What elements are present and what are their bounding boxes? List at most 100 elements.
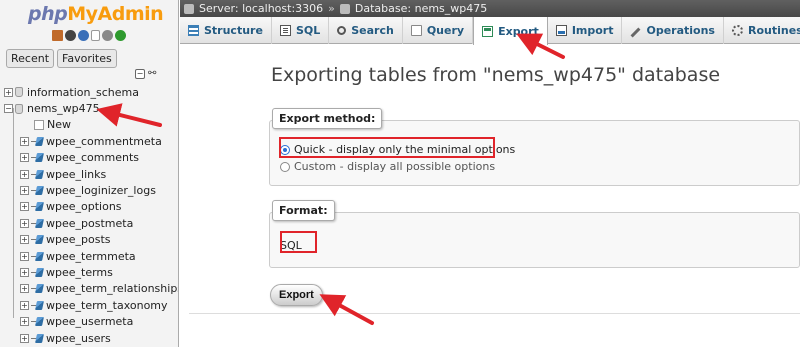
expand-icon[interactable]: + — [20, 333, 29, 343]
table-label: wpee_commentmeta — [46, 134, 162, 148]
export-button[interactable]: Export — [270, 284, 323, 306]
table-item[interactable]: + wpee_postmeta — [4, 215, 178, 231]
table-item[interactable]: + wpee_posts — [4, 232, 178, 248]
tab-import[interactable]: Import — [548, 17, 623, 44]
docs-icon[interactable] — [91, 30, 100, 41]
expand-icon[interactable]: + — [20, 202, 29, 212]
expand-icon[interactable]: + — [20, 300, 29, 310]
table-label: wpee_term_taxonomy — [46, 298, 168, 312]
export-method-legend: Export method: — [272, 108, 383, 129]
new-table-icon — [34, 119, 44, 130]
table-item[interactable]: + wpee_users — [4, 330, 178, 346]
import-icon — [555, 25, 567, 36]
table-label: wpee_term_relationships — [46, 282, 179, 296]
table-label: wpee_postmeta — [46, 216, 134, 230]
settings-icon[interactable] — [102, 30, 113, 41]
table-label: wpee_terms — [46, 265, 113, 279]
table-item[interactable]: + wpee_terms — [4, 264, 178, 280]
custom-option[interactable]: Custom - display all possible options — [280, 160, 495, 173]
breadcrumb-database[interactable]: Database: nems_wp475 — [355, 2, 487, 15]
table-icon — [31, 334, 43, 343]
search-icon — [337, 26, 347, 35]
structure-icon — [188, 25, 199, 36]
collapse-icon[interactable]: − — [4, 104, 13, 114]
table-icon — [31, 252, 43, 261]
expand-icon[interactable]: + — [20, 186, 29, 196]
new-table-item[interactable]: New — [4, 117, 178, 133]
table-item[interactable]: + wpee_usermeta — [4, 313, 178, 329]
recent-favorites-tabs: Recent Favorites — [6, 49, 117, 68]
expand-icon[interactable]: + — [20, 267, 29, 277]
phpmyadmin-logo[interactable]: phpMyAdmin — [28, 3, 164, 25]
table-icon — [31, 170, 43, 179]
breadcrumb-separator: » — [328, 2, 335, 15]
expand-icon[interactable]: + — [20, 153, 29, 163]
breadcrumb: Server: localhost:3306 » Database: nems_… — [180, 0, 800, 17]
table-icon — [31, 153, 43, 162]
tab-search[interactable]: Search — [329, 17, 403, 44]
tab-sql[interactable]: SQL — [272, 17, 330, 44]
table-item[interactable]: + wpee_commentmeta — [4, 133, 178, 149]
favorites-tab[interactable]: Favorites — [57, 49, 117, 68]
breadcrumb-server[interactable]: Server: localhost:3306 — [199, 2, 323, 15]
tab-query[interactable]: Query — [403, 17, 474, 44]
recent-tab[interactable]: Recent — [6, 49, 55, 68]
routines-icon — [731, 25, 743, 36]
home-icon[interactable] — [52, 30, 63, 41]
expand-icon[interactable]: + — [20, 235, 29, 245]
database-icon — [15, 87, 23, 98]
database-tree: + information_schema − nems_wp475 New + w… — [4, 84, 179, 346]
db-item-information-schema[interactable]: + information_schema — [4, 84, 178, 100]
table-list: + wpee_commentmeta + wpee_comments + wpee_lin… — [4, 133, 179, 346]
table-label: wpee_users — [46, 331, 111, 345]
tab-routines[interactable]: Routines — [724, 17, 800, 44]
table-label: wpee_options — [46, 200, 122, 214]
expand-icon[interactable]: + — [20, 317, 29, 327]
table-icon — [31, 202, 43, 211]
new-label: New — [47, 118, 71, 132]
table-label: wpee_usermeta — [46, 315, 134, 329]
format-fieldset: Format: SQL — [269, 200, 800, 268]
table-item[interactable]: + wpee_options — [4, 199, 178, 215]
table-item[interactable]: + wpee_term_relationships — [4, 281, 179, 297]
info-icon[interactable] — [78, 30, 89, 41]
expand-icon[interactable]: + — [20, 218, 29, 228]
sql-icon — [279, 25, 291, 36]
expand-icon[interactable]: + — [20, 136, 29, 146]
main-tabs: Structure SQL Search Query Export Import… — [180, 17, 800, 45]
collapse-all-icon[interactable]: − — [135, 69, 145, 79]
custom-option-label: Custom - display all possible options — [294, 160, 496, 173]
navigation-sidebar: phpMyAdmin Recent Favorites − ⚯ + inform… — [0, 0, 179, 347]
table-icon — [31, 317, 43, 326]
table-label: wpee_posts — [46, 233, 111, 247]
table-item[interactable]: + wpee_term_taxonomy — [4, 297, 178, 313]
table-label: wpee_comments — [46, 151, 140, 165]
table-item[interactable]: + wpee_comments — [4, 150, 178, 166]
tree-controls: − ⚯ — [135, 69, 156, 79]
tab-structure[interactable]: Structure — [180, 17, 272, 44]
expand-icon[interactable]: + — [20, 284, 29, 294]
database-icon — [15, 103, 23, 114]
table-label: wpee_links — [46, 167, 107, 181]
link-icon[interactable]: ⚯ — [148, 69, 156, 79]
expand-icon[interactable]: + — [20, 169, 29, 179]
db-item-nems-wp475[interactable]: − nems_wp475 — [4, 100, 178, 116]
page-title: Exporting tables from "nems_wp475" datab… — [271, 64, 721, 86]
custom-radio[interactable] — [280, 161, 290, 172]
tab-operations[interactable]: Operations — [622, 17, 724, 44]
quick-links — [52, 30, 126, 41]
expand-icon[interactable]: + — [4, 87, 13, 97]
table-item[interactable]: + wpee_loginizer_logs — [4, 182, 178, 198]
tab-export[interactable]: Export — [473, 17, 548, 45]
exit-icon[interactable] — [65, 30, 76, 41]
main-content: Exporting tables from "nems_wp475" datab… — [180, 45, 800, 347]
reload-icon[interactable] — [115, 30, 126, 41]
table-label: wpee_termmeta — [46, 249, 136, 263]
table-item[interactable]: + wpee_links — [4, 166, 178, 182]
quick-option-highlight — [279, 137, 495, 158]
table-icon — [31, 301, 43, 310]
expand-icon[interactable]: + — [20, 251, 29, 261]
db-label: nems_wp475 — [27, 102, 100, 116]
table-icon — [31, 268, 43, 277]
table-item[interactable]: + wpee_termmeta — [4, 248, 178, 264]
